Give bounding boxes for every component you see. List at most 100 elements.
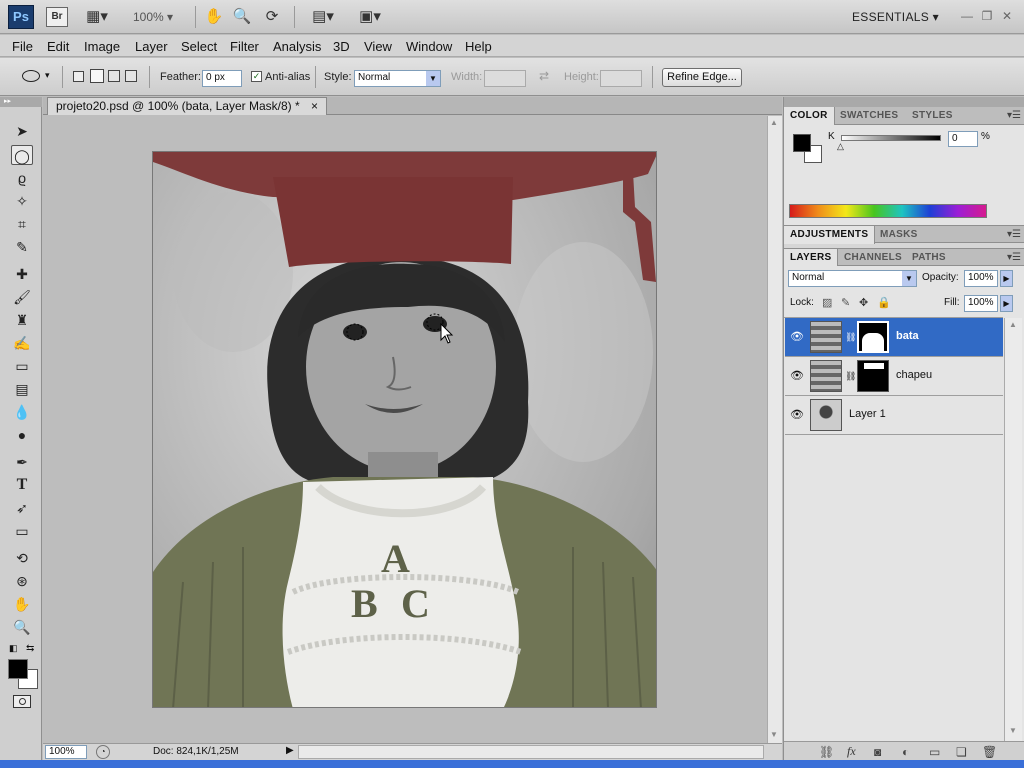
link-layers-icon[interactable]: ⛓	[819, 745, 834, 759]
close-icon[interactable]: ✕	[998, 8, 1016, 24]
vertical-scrollbar[interactable]: ▲ ▼	[767, 116, 782, 743]
layers-scrollbar[interactable]: ▲ ▼	[1004, 318, 1022, 741]
layer-style-icon[interactable]: fx	[847, 744, 856, 759]
layer-name[interactable]: Layer 1	[849, 408, 886, 420]
scroll-up-icon[interactable]: ▲	[770, 118, 778, 127]
brush-tool-icon[interactable]: 🖌	[11, 287, 33, 307]
fill-input[interactable]: 100%	[964, 295, 998, 312]
close-tab-icon[interactable]: ×	[311, 99, 318, 113]
lock-image-icon[interactable]: ✎	[841, 296, 850, 309]
document-photo[interactable]: A B C	[152, 151, 657, 708]
refine-edge-button[interactable]: Refine Edge...	[662, 68, 742, 87]
slider-thumb-icon[interactable]: △	[837, 141, 844, 152]
adjustment-layer-icon[interactable]: ◐	[902, 745, 909, 759]
workspace-switcher[interactable]: ESSENTIALS ▾	[852, 10, 939, 24]
collapse-icon[interactable]: ▸▸	[0, 97, 42, 107]
layer-row-chapeu[interactable]: 👁 ⛓ chapeu	[785, 357, 1003, 396]
scroll-up-icon[interactable]: ▲	[1009, 320, 1017, 329]
horizontal-scrollbar[interactable]	[298, 745, 764, 759]
menu-select[interactable]: Select	[181, 39, 217, 54]
menu-analysis[interactable]: Analysis	[273, 39, 321, 54]
mask-link-icon[interactable]: ⛓	[845, 371, 856, 382]
history-brush-tool-icon[interactable]: ✍	[11, 333, 33, 353]
layer-name[interactable]: chapeu	[896, 369, 932, 381]
visibility-eye-icon[interactable]: 👁	[790, 369, 804, 383]
color-spectrum-bar[interactable]	[789, 204, 987, 218]
tab-layers[interactable]: LAYERS	[784, 249, 839, 267]
zoom-tool-icon[interactable]: 🔍	[232, 6, 252, 28]
lasso-tool-icon[interactable]: ϱ	[11, 168, 33, 188]
healing-brush-tool-icon[interactable]: ✚	[11, 264, 33, 284]
zoom-tool-icon[interactable]: 🔍	[11, 617, 33, 637]
menu-help[interactable]: Help	[465, 39, 492, 54]
view-extras-icon[interactable]: ▦▾	[82, 6, 112, 28]
launch-bridge-button[interactable]: Br	[46, 7, 68, 27]
tab-channels[interactable]: CHANNELS	[838, 249, 908, 267]
foreground-color-swatch[interactable]	[793, 134, 811, 152]
feather-input[interactable]: 0 px	[202, 70, 242, 87]
status-zoom-input[interactable]: 100%	[45, 745, 87, 759]
screen-mode-icon[interactable]: ▣▾	[352, 6, 388, 28]
visibility-eye-icon[interactable]: 👁	[790, 330, 804, 344]
hand-tool-icon[interactable]: ✋	[204, 6, 224, 28]
3d-orbit-tool-icon[interactable]: ⊛	[11, 571, 33, 591]
document-tab[interactable]: projeto20.psd @ 100% (bata, Layer Mask/8…	[47, 97, 328, 115]
eyedropper-tool-icon[interactable]: ✎	[11, 237, 33, 257]
restore-icon[interactable]: ❐	[978, 8, 996, 24]
default-colors-icon[interactable]: ◧	[9, 643, 18, 654]
visibility-eye-icon[interactable]: 👁	[790, 408, 804, 422]
preset-dropdown-icon[interactable]: ▾	[45, 70, 50, 81]
lock-all-icon[interactable]: 🔒	[877, 296, 891, 309]
menu-filter[interactable]: Filter	[230, 39, 259, 54]
add-to-selection-icon[interactable]	[90, 69, 104, 83]
menu-window[interactable]: Window	[406, 39, 452, 54]
scroll-down-icon[interactable]: ▼	[770, 730, 778, 739]
add-mask-icon[interactable]: ◙	[874, 745, 881, 759]
zoom-level-dropdown[interactable]: 100% ▾	[133, 10, 173, 24]
blur-tool-icon[interactable]: 💧	[11, 402, 33, 422]
elliptical-marquee-tool-icon[interactable]: ◯	[11, 145, 33, 165]
menu-3d[interactable]: 3D	[333, 39, 350, 54]
dodge-tool-icon[interactable]: ●	[11, 425, 33, 445]
k-value-input[interactable]: 0	[948, 131, 978, 147]
panel-menu-icon[interactable]: ▾☰	[1007, 252, 1021, 263]
opacity-input[interactable]: 100%	[964, 270, 998, 287]
opacity-slider-arrow-icon[interactable]: ▶	[1000, 270, 1013, 287]
layer-name[interactable]: bata	[896, 330, 919, 342]
mask-link-icon[interactable]: ⛓	[845, 332, 856, 343]
layer-mask-thumbnail[interactable]	[857, 360, 889, 392]
lock-position-icon[interactable]: ✥	[859, 296, 868, 309]
eraser-tool-icon[interactable]: ▭	[11, 356, 33, 376]
menu-view[interactable]: View	[364, 39, 392, 54]
foreground-color-swatch[interactable]	[8, 659, 28, 679]
arrange-documents-icon[interactable]: ▤▾	[305, 6, 341, 28]
layer-mask-thumbnail[interactable]	[857, 321, 889, 353]
type-tool-icon[interactable]: T	[11, 475, 33, 495]
status-menu-arrow-icon[interactable]: ▶	[286, 745, 294, 756]
new-group-icon[interactable]: ▭	[929, 745, 940, 759]
minimize-icon[interactable]: —	[958, 8, 976, 24]
panel-menu-icon[interactable]: ▾☰	[1007, 229, 1021, 240]
elliptical-marquee-preset-icon[interactable]	[22, 70, 40, 82]
move-tool-icon[interactable]: ➤	[11, 121, 33, 141]
tab-styles[interactable]: STYLES	[906, 107, 959, 125]
pen-tool-icon[interactable]: ✒	[11, 452, 33, 472]
blend-mode-dropdown[interactable]: Normal ▼	[788, 270, 917, 287]
rotate-view-icon[interactable]: ⟳	[260, 6, 284, 28]
layer-row-bata[interactable]: 👁 ⛓ bata	[785, 318, 1003, 357]
menu-image[interactable]: Image	[84, 39, 120, 54]
lock-transparent-icon[interactable]: ▨	[822, 296, 832, 309]
clone-stamp-tool-icon[interactable]: ♜	[11, 310, 33, 330]
swap-colors-icon[interactable]: ⇆	[26, 643, 34, 654]
intersect-selection-icon[interactable]	[125, 70, 137, 82]
path-selection-tool-icon[interactable]: ➶	[11, 498, 33, 518]
panel-menu-icon[interactable]: ▾☰	[1007, 110, 1021, 121]
k-slider[interactable]	[841, 135, 941, 141]
tab-paths[interactable]: PATHS	[906, 249, 952, 267]
quick-mask-icon[interactable]	[13, 695, 31, 708]
status-info-icon[interactable]: ◔	[96, 745, 110, 759]
fill-slider-arrow-icon[interactable]: ▶	[1000, 295, 1013, 312]
tab-swatches[interactable]: SWATCHES	[834, 107, 904, 125]
menu-file[interactable]: File	[12, 39, 33, 54]
new-layer-icon[interactable]: ❏	[956, 745, 967, 759]
